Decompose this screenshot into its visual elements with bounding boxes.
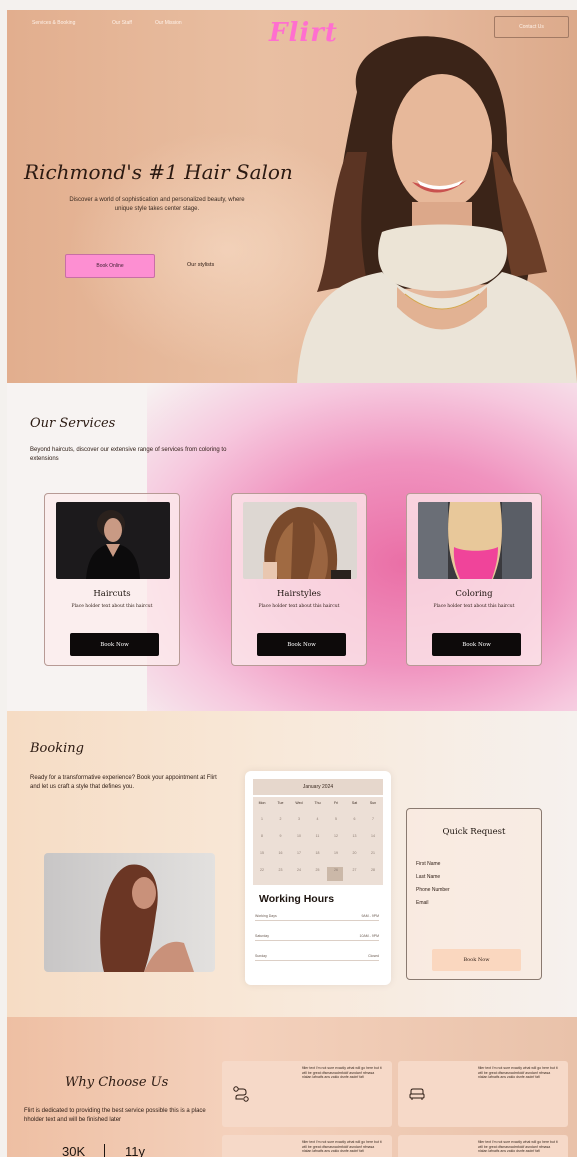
calendar-day[interactable]: 23	[272, 868, 290, 872]
calendar-day[interactable]: 15	[253, 851, 271, 855]
service-text: Place holder text about this haircut	[433, 604, 515, 609]
weekday-label: Tue	[277, 801, 284, 805]
feature-text: filler text I'm not sure exactly what wi…	[302, 1140, 382, 1153]
feature-text: filler text I'm not sure exactly what wi…	[478, 1140, 558, 1153]
hours-row: Sunday Closed	[255, 951, 379, 961]
services-description: Beyond haircuts, discover our extensive …	[30, 447, 227, 462]
hero-model-photo	[297, 36, 577, 383]
calendar-day[interactable]: 9	[272, 834, 290, 838]
calendar-day[interactable]: 16	[272, 851, 290, 855]
calendar-day[interactable]: 11	[309, 834, 327, 838]
hours-row: Saturday 10AM - 9PM	[255, 931, 379, 941]
calendar-grid: Mon Tue Wed Thu Fri Sat Sun 1 2 3 4 5 6 7 8 9 10 11 12 13 14…	[253, 797, 383, 885]
last-name-field[interactable]: Last Name	[416, 874, 440, 880]
book-now-coloring-button[interactable]: Book Now	[432, 633, 521, 656]
phone-number-field[interactable]: Phone Number	[416, 887, 450, 893]
calendar-widget: January 2024 Mon Tue Wed Thu Fri Sat Sun 1 2 3 4 5 6…	[245, 771, 391, 985]
nav-services-booking[interactable]: Services & Booking	[32, 20, 75, 26]
why-title: Why Choose Us	[65, 1075, 169, 1090]
service-text: Place holder text about this haircut	[71, 604, 153, 609]
hours-row: Working Days 9AM - 9PM	[255, 911, 379, 921]
calendar-day[interactable]: 1	[253, 817, 271, 821]
first-name-field[interactable]: First Name	[416, 861, 440, 867]
calendar-day[interactable]: 14	[364, 834, 382, 838]
booking-description: Ready for a transformative experience? B…	[30, 775, 217, 790]
service-card-hairstyles: Hairstyles Place holder text about this …	[231, 493, 367, 666]
weekday-label: Mon	[258, 801, 266, 805]
nav-our-staff[interactable]: Our Staff	[112, 20, 132, 26]
service-name: Haircuts	[93, 589, 131, 599]
route-icon	[233, 1086, 249, 1102]
calendar-day[interactable]: 20	[346, 851, 364, 855]
calendar-day[interactable]: 19	[327, 851, 345, 855]
nav-our-mission[interactable]: Our Mission	[155, 20, 182, 26]
coloring-photo	[418, 502, 532, 579]
calendar-day[interactable]: 21	[364, 851, 382, 855]
feature-card: filler text I'm not sure exactly what wi…	[222, 1061, 392, 1127]
quick-request-title: Quick Request	[442, 827, 506, 837]
calendar-day[interactable]: 28	[364, 868, 382, 872]
calendar-day[interactable]: 24	[290, 868, 308, 872]
feature-card: filler text I'm not sure exactly what wi…	[222, 1135, 392, 1157]
calendar-day[interactable]: 10	[290, 834, 308, 838]
calendar-day[interactable]: 27	[346, 868, 364, 872]
calendar-day[interactable]: 22	[253, 868, 271, 872]
calendar-day[interactable]: 18	[309, 851, 327, 855]
why-description: Flirt is dedicated to providing the best…	[24, 1108, 206, 1123]
why-choose-us-section: Why Choose Us Flirt is dedicated to prov…	[7, 1017, 577, 1157]
booking-title: Booking	[30, 741, 84, 756]
service-card-haircuts: Haircuts Place holder text about this ha…	[44, 493, 180, 666]
booking-model-photo	[44, 853, 215, 972]
hairstyles-photo	[243, 502, 357, 579]
service-card-coloring: Coloring Place holder text about this ha…	[406, 493, 542, 666]
calendar-day[interactable]: 17	[290, 851, 308, 855]
hero-section: Services & Booking Our Staff Our Mission…	[7, 10, 577, 383]
email-field[interactable]: Email	[416, 900, 429, 906]
stat-clients: 30K	[62, 1144, 86, 1157]
book-now-hairstyles-button[interactable]: Book Now	[257, 633, 346, 656]
quick-request-form: Quick Request First Name Last Name Phone…	[406, 808, 542, 980]
feature-text: filler text I'm not sure exactly what wi…	[478, 1066, 558, 1079]
calendar-day[interactable]: 5	[327, 817, 345, 821]
calendar-day[interactable]: 25	[309, 868, 327, 872]
weekday-label: Thu	[314, 801, 321, 805]
book-online-button[interactable]: Book Online	[65, 254, 155, 278]
calendar-day[interactable]: 4	[309, 817, 327, 821]
services-section: Our Services Beyond haircuts, discover o…	[7, 383, 577, 711]
services-title: Our Services	[30, 416, 116, 431]
service-name: Coloring	[455, 589, 493, 599]
service-text: Place holder text about this haircut	[258, 604, 340, 609]
calendar-day[interactable]: 26	[327, 868, 345, 872]
service-name: Hairstyles	[277, 589, 321, 599]
calendar-day[interactable]: 12	[327, 834, 345, 838]
feature-card: filler text I'm not sure exactly what wi…	[398, 1061, 568, 1127]
haircuts-photo	[56, 502, 170, 579]
hero-subtitle: Discover a world of sophistication and p…	[69, 197, 245, 212]
weekday-label: Sat	[351, 801, 358, 805]
calendar-day[interactable]: 6	[346, 817, 364, 821]
quick-request-book-now-button[interactable]: Book Now	[432, 949, 521, 971]
calendar-day[interactable]: 3	[290, 817, 308, 821]
sofa-icon	[409, 1088, 425, 1100]
working-hours-title: Working Hours	[259, 893, 335, 905]
feature-card: filler text I'm not sure exactly what wi…	[398, 1135, 568, 1157]
calendar-day[interactable]: 7	[364, 817, 382, 821]
book-now-haircuts-button[interactable]: Book Now	[70, 633, 159, 656]
our-stylists-link[interactable]: Our stylists	[187, 262, 214, 268]
weekday-label: Wed	[295, 801, 303, 805]
weekday-label: Sun	[369, 801, 377, 805]
stat-divider	[104, 1144, 105, 1157]
calendar-day[interactable]: 2	[272, 817, 290, 821]
feature-text: filler text I'm not sure exactly what wi…	[302, 1066, 382, 1079]
calendar-month[interactable]: January 2024	[253, 779, 383, 795]
booking-section: Booking Ready for a transformative exper…	[7, 711, 577, 1017]
weekday-label: Fri	[333, 801, 339, 805]
hero-title: Richmond's #1 Hair Salon	[24, 160, 293, 184]
stat-years: 11y	[125, 1144, 145, 1157]
calendar-day[interactable]: 13	[346, 834, 364, 838]
calendar-day[interactable]: 8	[253, 834, 271, 838]
